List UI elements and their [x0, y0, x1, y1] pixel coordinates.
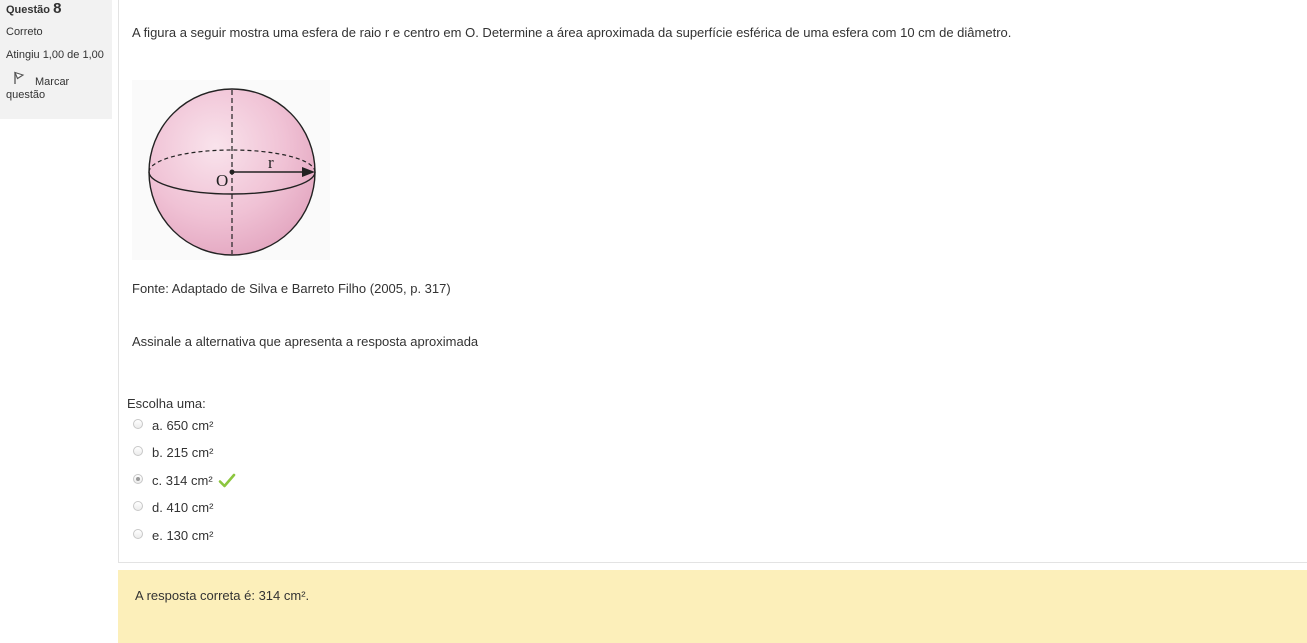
center-label: O — [216, 171, 228, 190]
question-content: A figura a seguir mostra uma esfera de r… — [118, 0, 1307, 563]
option-b-label[interactable]: b. 215 cm² — [152, 443, 213, 463]
correct-answer-feedback: A resposta correta é: 314 cm². — [135, 588, 310, 603]
radio-d[interactable] — [133, 501, 143, 512]
radio-c[interactable] — [133, 473, 143, 484]
question-grade: Atingiu 1,00 de 1,00 — [6, 49, 104, 61]
question-number: Questão 8 — [6, 1, 112, 18]
radius-label: r — [268, 153, 274, 172]
question-prompt: Assinale a alternativa que apresenta a r… — [132, 334, 479, 349]
flag-icon[interactable] — [10, 71, 28, 87]
flag-label-line1[interactable]: Marcar — [35, 76, 69, 88]
radio-a[interactable] — [133, 419, 143, 429]
question-text: A figura a seguir mostra uma esfera de r… — [132, 25, 1012, 40]
flag-label-line2[interactable]: questão — [6, 89, 45, 101]
question-label: Questão — [6, 4, 51, 16]
question-number-value: 8 — [53, 0, 62, 17]
question-info-panel: Questão 8 Correto Atingiu 1,00 de 1,00 M… — [0, 0, 112, 119]
option-a-label[interactable]: a. 650 cm² — [152, 416, 213, 436]
flag-question-button[interactable]: Marcar questão — [6, 71, 112, 102]
radio-e[interactable] — [133, 528, 143, 539]
correct-check-icon — [218, 473, 236, 489]
question-state: Correto — [6, 26, 43, 38]
option-e-label[interactable]: e. 130 cm² — [152, 526, 213, 546]
sphere-figure: O r — [132, 80, 330, 260]
option-c-label[interactable]: c. 314 cm² — [152, 473, 213, 488]
radio-b[interactable] — [133, 446, 143, 457]
figure-source: Fonte: Adaptado de Silva e Barreto Filho… — [132, 281, 451, 296]
feedback-panel: A resposta correta é: 314 cm². — [118, 570, 1307, 643]
choose-label: Escolha uma: — [127, 396, 206, 411]
option-d-label[interactable]: d. 410 cm² — [152, 498, 213, 518]
